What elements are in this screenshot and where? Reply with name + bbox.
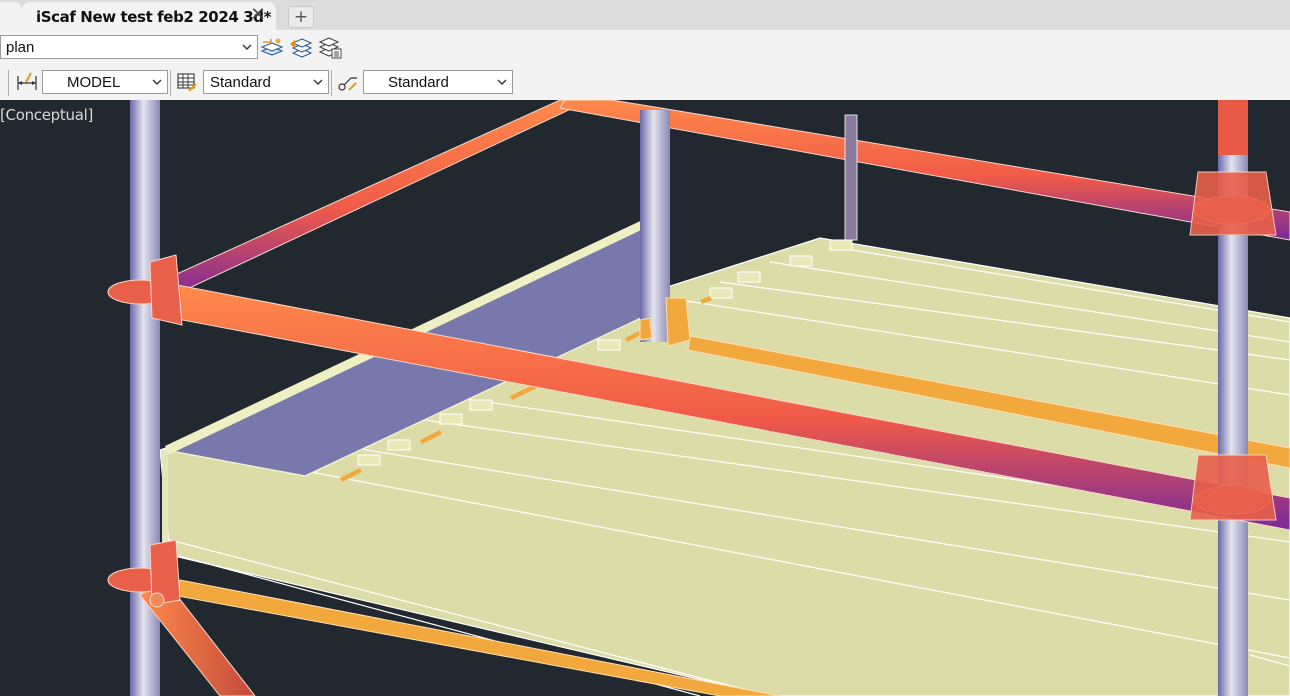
table-style-icon	[177, 73, 197, 92]
model-viewport[interactable]: [Conceptual]	[0, 100, 1290, 696]
chevron-down-icon	[313, 79, 323, 85]
ledger-tube	[167, 100, 591, 299]
standard-tube	[1218, 525, 1248, 696]
standard-tube	[1218, 235, 1248, 450]
tab-bar: iScaf New test feb2 2024 3d* ✕ +	[0, 0, 1290, 30]
tab-previous[interactable]	[0, 2, 22, 30]
layer-properties-icon	[260, 38, 284, 56]
chevron-down-icon	[242, 44, 252, 50]
chevron-down-icon	[152, 79, 162, 85]
visual-style-label[interactable]: [Conceptual]	[0, 106, 93, 124]
space-combo-value: MODEL	[67, 74, 121, 91]
rosette-coupler	[1189, 171, 1277, 236]
standard-tube	[1218, 100, 1248, 155]
separator	[8, 70, 9, 96]
layer-previous-icon	[290, 38, 313, 58]
layer-previous-button[interactable]	[288, 36, 314, 60]
layer-combo-value: plan	[6, 39, 35, 56]
rosette-coupler	[1189, 454, 1277, 521]
tab-title: iScaf New test feb2 2024 3d*	[36, 8, 272, 26]
multileader-style-icon	[338, 77, 357, 91]
deck-front-face	[162, 450, 168, 545]
standard-tube	[640, 110, 670, 342]
layer-combo[interactable]: plan	[0, 35, 258, 59]
layer-states-button[interactable]	[317, 36, 343, 60]
layer-states-icon	[318, 37, 342, 59]
separator	[331, 70, 332, 96]
layer-toolbar: plan	[0, 30, 1290, 66]
dimension-style-button[interactable]	[14, 70, 40, 94]
post	[844, 114, 858, 241]
styles-toolbar: MODEL Standard Standard	[0, 66, 1290, 100]
layer-properties-button[interactable]	[259, 36, 285, 60]
separator	[170, 70, 171, 96]
multileader-style-value: Standard	[388, 74, 449, 91]
multileader-style-button[interactable]	[335, 70, 361, 94]
new-tab-button[interactable]: +	[288, 6, 314, 28]
table-style-value: Standard	[210, 74, 271, 91]
scaffold-3d-model	[107, 100, 1290, 696]
chevron-down-icon	[497, 79, 507, 85]
space-combo[interactable]: MODEL	[42, 70, 168, 94]
close-icon[interactable]: ✕	[248, 5, 268, 25]
table-style-combo[interactable]: Standard	[203, 70, 329, 94]
multileader-style-combo[interactable]: Standard	[363, 70, 513, 94]
dimension-style-icon	[17, 72, 37, 90]
table-style-button[interactable]	[174, 70, 200, 94]
tab-drawing-active[interactable]: iScaf New test feb2 2024 3d* ✕	[22, 2, 276, 30]
